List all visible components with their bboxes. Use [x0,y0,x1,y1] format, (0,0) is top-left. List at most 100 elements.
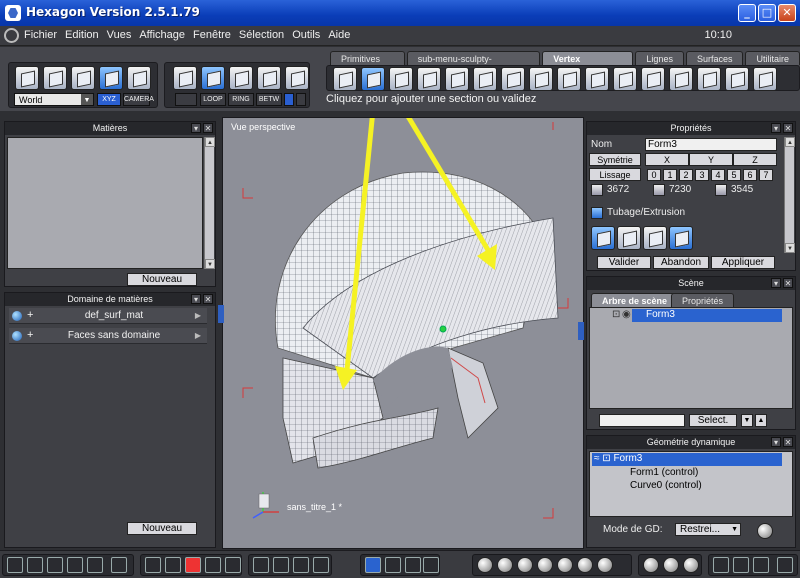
smoothing-level-4[interactable]: 4 [711,169,725,181]
menu-vues[interactable]: Vues [107,29,132,41]
tab-lignes[interactable]: Lignes [635,51,684,65]
validate-button[interactable]: Valider [597,256,651,269]
menu-edition[interactable]: Edition [65,29,99,41]
render-icon[interactable] [713,557,729,573]
shading-matcap-icon[interactable] [597,557,613,573]
weld-icon[interactable] [473,67,497,91]
bevel-icon[interactable] [389,67,413,91]
gd-mode-select[interactable]: Restrei... ▼ [675,523,741,536]
menu-aide[interactable]: Aide [328,29,350,41]
menu-fichier[interactable]: Fichier [24,29,57,41]
menu-outils[interactable]: Outils [292,29,320,41]
stamp-icon[interactable] [423,557,439,573]
minimize-button[interactable]: _ [738,4,756,22]
menu-selection[interactable]: Sélection [239,29,284,41]
panel-menu-icon[interactable]: ▾ [771,437,781,447]
panel-close-icon[interactable]: ✕ [783,123,793,133]
panel-menu-icon[interactable]: ▾ [191,123,201,133]
3d-viewport[interactable]: Vue perspective sans_titre_1 * [222,117,584,549]
symmetry-y-button[interactable]: Y [689,153,733,166]
left-panel-collapse-handle[interactable] [218,305,224,323]
camera-toggle[interactable]: CAMERA [123,93,154,106]
render-settings-icon[interactable] [753,557,769,573]
between-button[interactable]: BETW [256,93,282,106]
inset-icon[interactable] [417,67,441,91]
gd-sphere-icon[interactable] [757,523,773,539]
smoothing-level-1[interactable]: 1 [663,169,677,181]
materials-list[interactable] [7,137,203,269]
scale-icon[interactable] [99,66,123,90]
pan-icon[interactable] [273,557,289,573]
lock-icon[interactable]: ⊡ [602,453,613,464]
helmet-model[interactable] [223,118,584,549]
light-default-icon[interactable] [643,557,659,573]
smoothing-level-6[interactable]: 6 [743,169,757,181]
materials-scrollbar[interactable]: ▲ ▼ [204,137,215,269]
layout-horizontal-icon[interactable] [67,557,83,573]
select-point-icon[interactable] [173,66,197,90]
split-edge-icon[interactable] [585,67,609,91]
layout-split-icon[interactable] [27,557,43,573]
rotate-icon[interactable] [71,66,95,90]
new-material-button[interactable]: Nouveau [127,273,197,286]
tree-item-curve0[interactable]: Curve0 (control) [630,480,780,493]
tab-primitives-3d[interactable]: Primitives 3D [330,51,405,78]
shading-xray-icon[interactable] [557,557,573,573]
eye-icon[interactable]: ◉ [622,309,631,320]
select-object-icon[interactable] [257,66,281,90]
universal-manipulator-icon[interactable] [127,66,151,90]
list-item[interactable]: + Faces sans domaine ▶ [9,328,207,344]
right-panel-collapse-handle[interactable] [578,322,584,340]
lock-icon[interactable]: ⊡ [612,309,620,320]
panel-menu-icon[interactable]: ▾ [191,294,201,304]
properties-scrollbar[interactable]: ▲ ▼ [784,137,795,253]
apply-button[interactable]: Appliquer [711,256,775,269]
layout-vertical-icon[interactable] [47,557,63,573]
smooth-icon[interactable] [669,67,693,91]
tab-surfaces[interactable]: Surfaces [685,51,744,65]
tree-item-form3[interactable]: ≈ ⊡ Form3 [592,453,782,466]
zoom-icon[interactable] [293,557,309,573]
slice-icon[interactable] [529,67,553,91]
shading-flat-icon[interactable] [497,557,513,573]
smoothing-button[interactable]: Lissage [589,168,641,181]
move-icon[interactable] [43,66,67,90]
symmetry-z-button[interactable]: Z [733,153,777,166]
shading-wire-icon[interactable] [477,557,493,573]
fill-hole-icon[interactable] [641,67,665,91]
magic-select-icon[interactable] [175,93,197,106]
extrude-mode-1-icon[interactable] [591,226,615,250]
menu-affichage[interactable]: Affichage [139,29,185,41]
list-item[interactable]: + def_surf_mat ▶ [9,308,207,324]
tube-extrude-icon[interactable] [361,67,385,91]
paint-select-icon[interactable] [296,93,306,106]
tab-sculpty-primitives[interactable]: sub-menu-sculpty-primitives [406,51,541,78]
export-icon[interactable] [777,557,793,573]
panel-menu-icon[interactable]: ▾ [771,123,781,133]
shading-smooth-wire-icon[interactable] [537,557,553,573]
symmetry-button[interactable]: Symétrie [589,153,641,166]
select-button[interactable]: Select. [689,414,737,427]
tree-item-form3[interactable]: ⊡ ◉ Form3 [612,309,782,322]
smoothing-level-7[interactable]: 7 [759,169,773,181]
layout-single-icon[interactable] [111,557,127,573]
tree-item-form1[interactable]: Form1 (control) [630,467,780,480]
symmetry-x-button[interactable]: X [645,153,689,166]
loop-button[interactable]: LOOP [200,93,226,106]
light-shadow-icon[interactable] [663,557,679,573]
shading-smooth-icon[interactable] [517,557,533,573]
panel-close-icon[interactable]: ✕ [783,437,793,447]
object-name-field[interactable]: Form3 [645,138,777,151]
select-arrow-icon[interactable] [15,66,39,90]
tools-icon[interactable] [385,557,401,573]
menu-fenetre[interactable]: Fenêtre [193,29,231,41]
extrude-mode-2-icon[interactable] [617,226,641,250]
grid-icon[interactable] [145,557,161,573]
lasso-select-icon[interactable] [284,93,294,106]
scroll-up-icon[interactable]: ▲ [785,137,795,147]
bounding-box-icon[interactable] [225,557,241,573]
move-up-icon[interactable]: ▲ [755,414,767,427]
panel-close-icon[interactable]: ✕ [783,278,793,288]
tab-scene-tree[interactable]: Arbre de scène [591,293,679,307]
ring-button[interactable]: RING [228,93,254,106]
